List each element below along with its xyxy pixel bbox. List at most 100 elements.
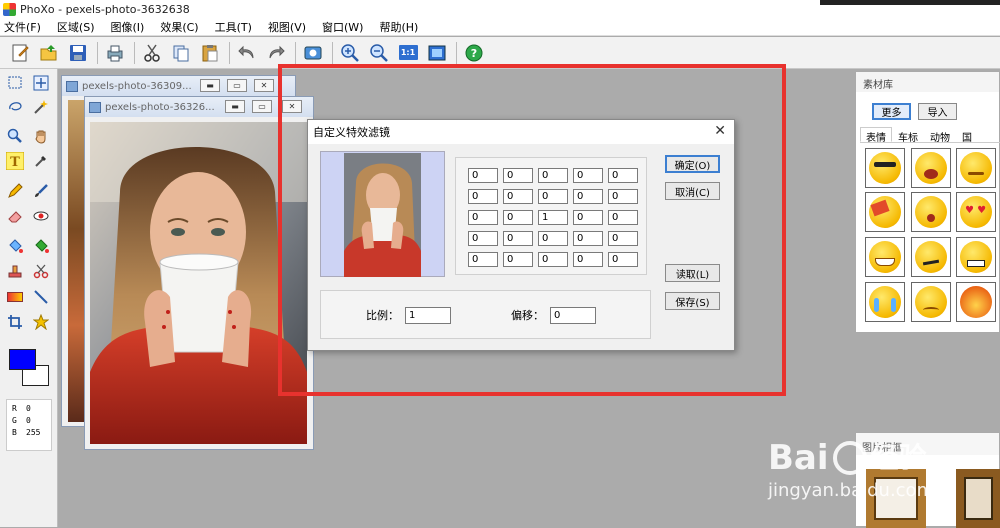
menu-tools[interactable]: 工具(T) [215,19,252,35]
matrix-cell[interactable]: 0 [468,210,498,225]
move-tool[interactable] [31,73,51,93]
actual-size-button[interactable]: 1:1 [396,41,420,65]
save-button[interactable] [66,41,90,65]
menu-image[interactable]: 图像(I) [111,19,145,35]
tab-more[interactable]: 国 [956,127,978,144]
emoji-item[interactable] [865,192,905,232]
eraser-tool[interactable] [5,206,25,226]
matrix-cell[interactable]: 0 [608,231,638,246]
minimize-button[interactable]: ▬ [225,100,245,113]
crop-tool[interactable] [5,312,25,332]
red-eye-tool[interactable] [31,206,51,226]
matrix-cell[interactable]: 0 [573,231,603,246]
emoji-item[interactable] [956,237,996,277]
matrix-cell[interactable]: 0 [608,189,638,204]
new-button[interactable] [8,41,32,65]
copy-button[interactable] [169,41,193,65]
lasso-tool[interactable] [5,97,25,117]
emoji-item[interactable] [865,237,905,277]
hand-tool[interactable] [31,126,51,146]
emoji-item[interactable] [911,192,951,232]
matrix-cell[interactable]: 0 [608,210,638,225]
matrix-cell[interactable]: 0 [503,168,533,183]
menu-window[interactable]: 窗口(W) [322,19,363,35]
magic-wand-tool[interactable] [31,97,51,117]
emoji-item[interactable] [911,237,951,277]
dialog-close-icon[interactable]: ✕ [714,123,726,139]
emoji-item[interactable] [911,148,951,188]
matrix-cell[interactable]: 0 [573,210,603,225]
undo-button[interactable] [235,41,259,65]
minimize-button[interactable]: ▬ [200,79,220,92]
matrix-cell[interactable]: 0 [538,168,568,183]
emoji-item[interactable] [865,282,905,322]
help-button[interactable]: ? [462,41,486,65]
zoom-in-button[interactable] [338,41,362,65]
close-button[interactable]: ✕ [254,79,274,92]
matrix-cell[interactable]: 0 [608,168,638,183]
clone-tool[interactable] [31,261,51,281]
frame-thumbnail[interactable] [956,469,1000,528]
fill-tool[interactable] [5,236,25,256]
menu-selection[interactable]: 区域(S) [57,19,95,35]
screenshot-button[interactable] [301,41,325,65]
matrix-cell[interactable]: 0 [538,231,568,246]
tab-expressions[interactable]: 表情 [860,127,892,144]
matrix-cell[interactable]: 0 [573,189,603,204]
matrix-cell[interactable]: 0 [538,252,568,267]
paste-button[interactable] [198,41,222,65]
menu-file[interactable]: 文件(F) [4,19,41,35]
line-tool[interactable] [31,287,51,307]
foreground-color-swatch[interactable] [9,349,36,370]
menu-help[interactable]: 帮助(H) [379,19,418,35]
document-window-front[interactable]: pexels-photo-36326... ▬ ▭ ✕ [84,96,314,450]
load-button[interactable]: 读取(L) [665,264,720,282]
matrix-cell[interactable]: 0 [503,189,533,204]
more-button[interactable]: 更多 [872,103,911,120]
matrix-cell[interactable]: 0 [468,189,498,204]
rect-select-tool[interactable] [5,73,25,93]
matrix-center-cell[interactable]: 1 [538,210,568,225]
text-tool[interactable]: T [5,151,25,171]
stamp-tool[interactable] [5,261,25,281]
zoom-tool[interactable] [5,126,25,146]
gradient-fill-tool[interactable] [31,236,51,256]
matrix-cell[interactable]: 0 [468,168,498,183]
matrix-cell[interactable]: 0 [538,189,568,204]
menu-effects[interactable]: 效果(C) [160,19,198,35]
gradient-tool[interactable] [5,287,25,307]
import-button[interactable]: 导入 [918,103,957,120]
eyedropper-tool[interactable] [31,151,51,171]
redo-button[interactable] [264,41,288,65]
emoji-item[interactable] [911,282,951,322]
offset-input[interactable]: 0 [550,307,596,324]
scale-input[interactable]: 1 [405,307,451,324]
emoji-item[interactable] [865,148,905,188]
matrix-cell[interactable]: 0 [608,252,638,267]
save-filter-button[interactable]: 保存(S) [665,292,720,310]
cancel-button[interactable]: 取消(C) [665,182,720,200]
matrix-cell[interactable]: 0 [503,210,533,225]
open-button[interactable] [37,41,61,65]
pencil-tool[interactable] [5,181,25,201]
ok-button[interactable]: 确定(O) [665,155,720,173]
brush-tool[interactable] [31,181,51,201]
cut-button[interactable] [140,41,164,65]
tab-animals[interactable]: 动物 [924,127,956,144]
matrix-cell[interactable]: 0 [573,168,603,183]
close-button[interactable]: ✕ [282,100,302,113]
dialog-title-bar[interactable]: 自定义特效滤镜 [308,120,734,144]
maximize-button[interactable]: ▭ [252,100,272,113]
maximize-button[interactable]: ▭ [227,79,247,92]
matrix-cell[interactable]: 0 [468,252,498,267]
shape-tool[interactable] [31,312,51,332]
matrix-cell[interactable]: 0 [468,231,498,246]
menu-view[interactable]: 视图(V) [268,19,306,35]
fit-window-button[interactable] [425,41,449,65]
matrix-cell[interactable]: 0 [573,252,603,267]
document-title-bar[interactable]: pexels-photo-36326... [85,97,313,117]
emoji-item[interactable]: ♥ ♥ [956,192,996,232]
matrix-cell[interactable]: 0 [503,252,533,267]
print-button[interactable] [103,41,127,65]
emoji-item[interactable] [956,148,996,188]
